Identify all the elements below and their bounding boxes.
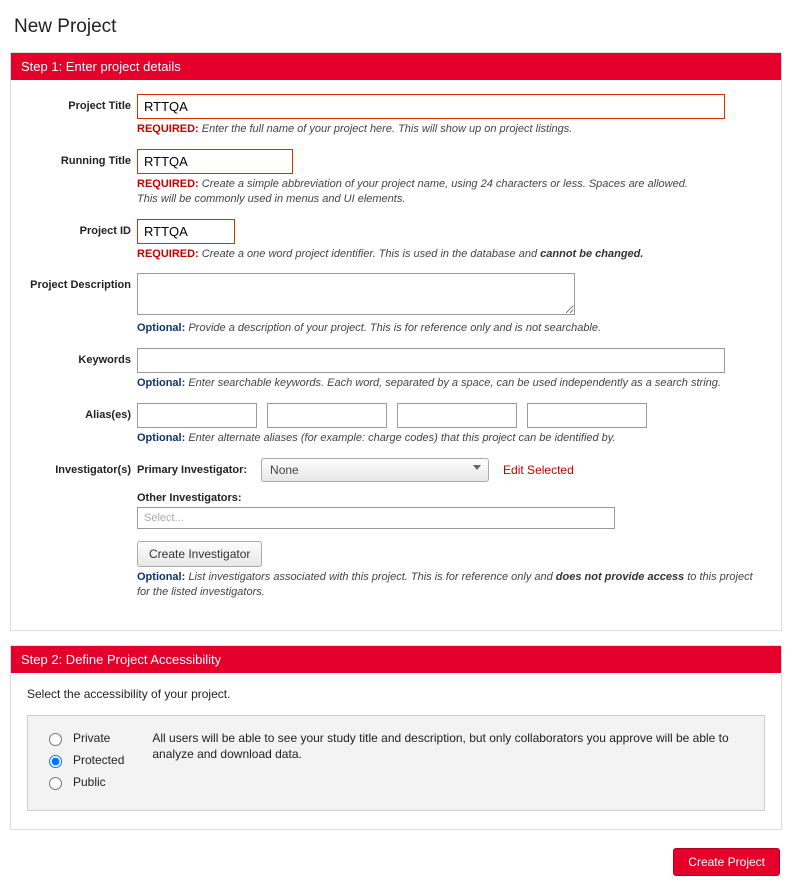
required-tag: REQUIRED: xyxy=(137,123,199,135)
radio-option-protected[interactable]: Protected xyxy=(44,752,124,768)
chevron-down-icon xyxy=(473,465,481,470)
row-running-title: Running Title REQUIRED: Create a simple … xyxy=(27,149,765,207)
accessibility-description: All users will be able to see your study… xyxy=(152,730,748,796)
alias-input-3[interactable] xyxy=(397,403,517,428)
help-text-bold: cannot be changed. xyxy=(540,248,643,260)
required-tag: REQUIRED: xyxy=(137,248,199,260)
row-investigators: Investigator(s) Primary Investigator: No… xyxy=(27,458,765,600)
create-project-button[interactable]: Create Project xyxy=(673,848,780,876)
optional-tag: Optional: xyxy=(137,322,185,334)
label-running-title: Running Title xyxy=(27,149,137,167)
help-keywords: Optional: Enter searchable keywords. Eac… xyxy=(137,376,765,391)
label-description: Project Description xyxy=(27,273,137,291)
row-aliases: Alias(es) Optional: Enter alternate alia… xyxy=(27,403,765,446)
label-investigators: Investigator(s) xyxy=(27,458,137,476)
alias-input-2[interactable] xyxy=(267,403,387,428)
label-keywords: Keywords xyxy=(27,348,137,366)
help-text-line2: This will be commonly used in menus and … xyxy=(137,193,405,205)
footer-actions: Create Project xyxy=(10,844,782,884)
edit-selected-link[interactable]: Edit Selected xyxy=(503,463,574,477)
running-title-input[interactable] xyxy=(137,149,293,174)
step2-panel: Step 2: Define Project Accessibility Sel… xyxy=(10,645,782,830)
step1-header: Step 1: Enter project details xyxy=(11,53,781,80)
accessibility-box: Private Protected Public All users will … xyxy=(27,715,765,811)
page-title: New Project xyxy=(14,16,782,38)
help-text-line1: Create a simple abbreviation of your pro… xyxy=(202,178,688,190)
step2-header: Step 2: Define Project Accessibility xyxy=(11,646,781,673)
other-investigators-label: Other Investigators: xyxy=(137,492,765,504)
help-text-bold: does not provide access xyxy=(556,571,684,583)
help-text-pre: List investigators associated with this … xyxy=(188,571,555,583)
label-project-title: Project Title xyxy=(27,94,137,112)
optional-tag: Optional: xyxy=(137,377,185,389)
row-description: Project Description Optional: Provide a … xyxy=(27,273,765,336)
keywords-input[interactable] xyxy=(137,348,725,373)
help-investigators: Optional: List investigators associated … xyxy=(137,570,765,600)
private-radio[interactable] xyxy=(49,733,62,746)
help-running-title: REQUIRED: Create a simple abbreviation o… xyxy=(137,177,765,207)
step1-panel: Step 1: Enter project details Project Ti… xyxy=(10,52,782,631)
label-aliases: Alias(es) xyxy=(27,403,137,421)
project-title-input[interactable] xyxy=(137,94,725,119)
label-project-id: Project ID xyxy=(27,219,137,237)
radio-option-private[interactable]: Private xyxy=(44,730,124,746)
description-textarea[interactable] xyxy=(137,273,575,315)
help-text-pre: Create a one word project identifier. Th… xyxy=(202,248,540,260)
help-text: Enter searchable keywords. Each word, se… xyxy=(188,377,721,389)
optional-tag: Optional: xyxy=(137,432,185,444)
accessibility-options: Private Protected Public xyxy=(44,730,124,796)
help-text: Enter the full name of your project here… xyxy=(202,123,573,135)
primary-investigator-value: None xyxy=(270,463,299,477)
help-text: Provide a description of your project. T… xyxy=(188,322,601,334)
help-project-title: REQUIRED: Enter the full name of your pr… xyxy=(137,122,765,137)
optional-tag: Optional: xyxy=(137,571,185,583)
public-radio[interactable] xyxy=(49,777,62,790)
private-label: Private xyxy=(73,731,110,745)
public-label: Public xyxy=(73,775,106,789)
help-aliases: Optional: Enter alternate aliases (for e… xyxy=(137,431,765,446)
row-keywords: Keywords Optional: Enter searchable keyw… xyxy=(27,348,765,391)
project-id-input[interactable] xyxy=(137,219,235,244)
row-project-title: Project Title REQUIRED: Enter the full n… xyxy=(27,94,765,137)
protected-radio[interactable] xyxy=(49,755,62,768)
create-investigator-button[interactable]: Create Investigator xyxy=(137,541,262,567)
help-project-id: REQUIRED: Create a one word project iden… xyxy=(137,247,765,262)
radio-option-public[interactable]: Public xyxy=(44,774,124,790)
help-description: Optional: Provide a description of your … xyxy=(137,321,765,336)
protected-label: Protected xyxy=(73,753,124,767)
other-investigators-select[interactable]: Select... xyxy=(137,507,615,529)
accessibility-intro: Select the accessibility of your project… xyxy=(27,687,765,705)
required-tag: REQUIRED: xyxy=(137,178,199,190)
row-project-id: Project ID REQUIRED: Create a one word p… xyxy=(27,219,765,262)
help-text: Enter alternate aliases (for example: ch… xyxy=(188,432,615,444)
alias-input-4[interactable] xyxy=(527,403,647,428)
primary-investigator-select[interactable]: None xyxy=(261,458,489,482)
alias-input-1[interactable] xyxy=(137,403,257,428)
primary-investigator-label: Primary Investigator: xyxy=(137,464,247,476)
